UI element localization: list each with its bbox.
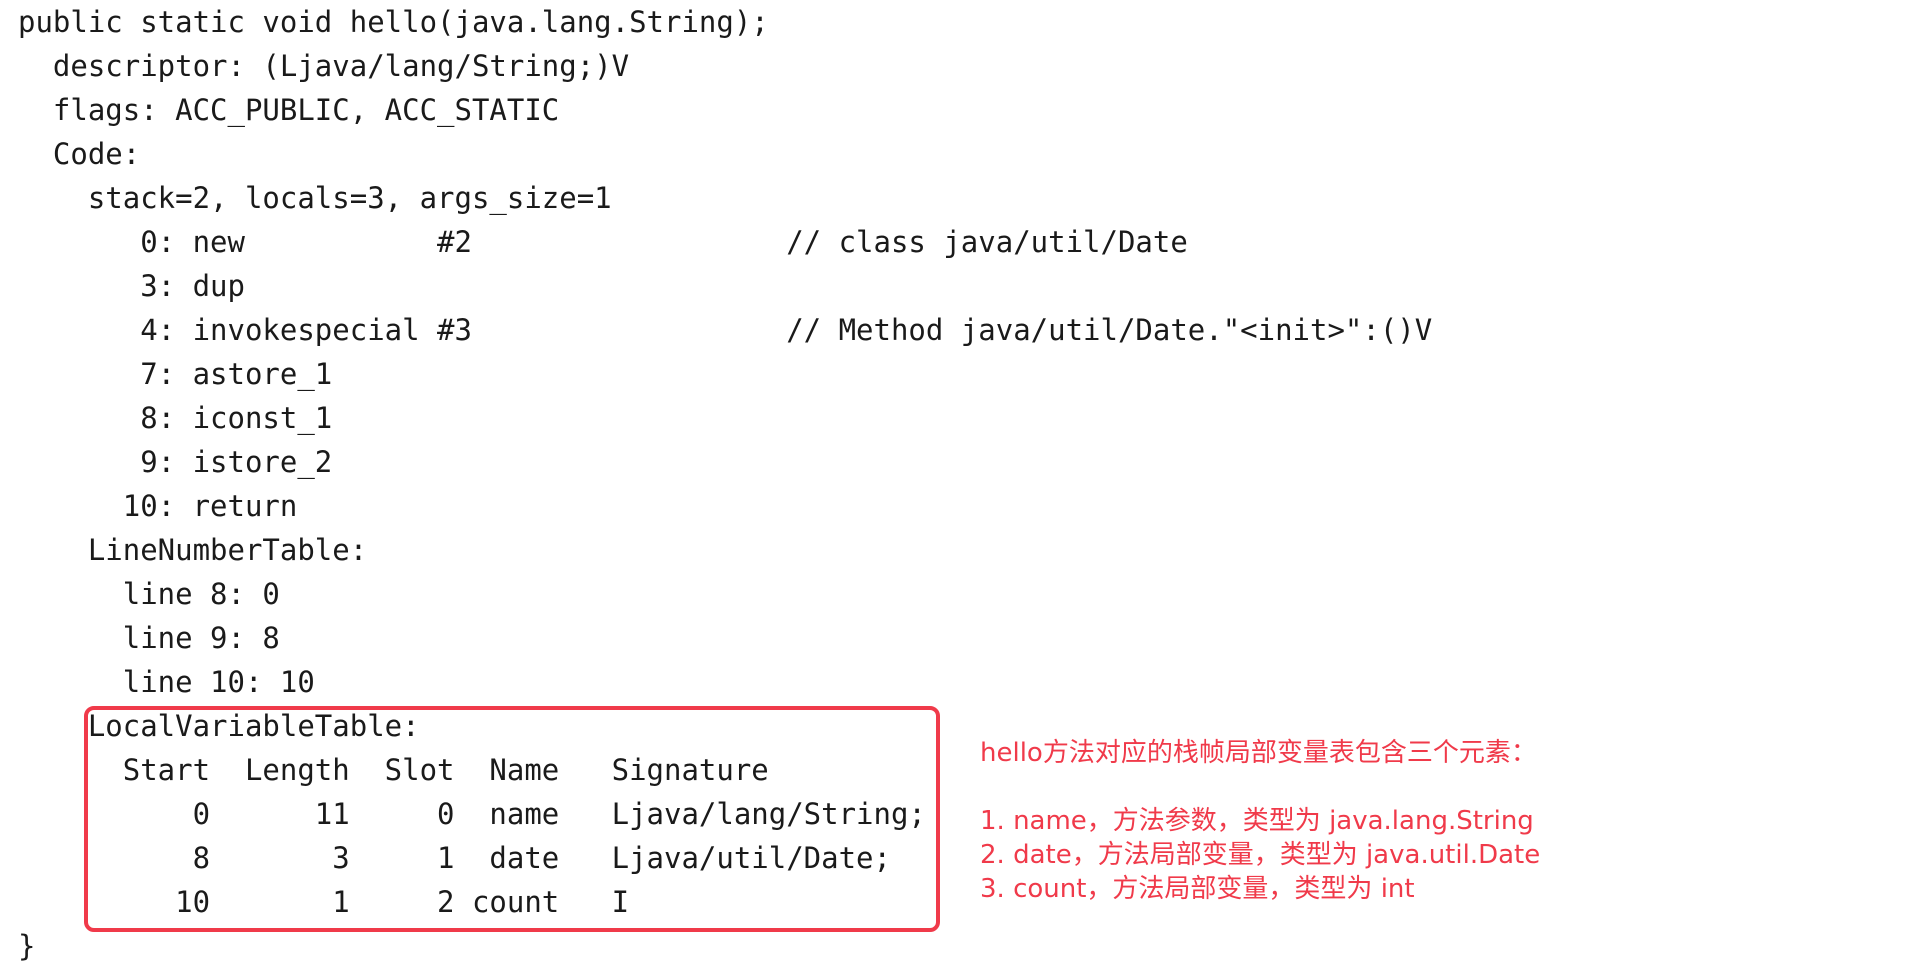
line-number-entry: line 10: 10 xyxy=(18,665,315,699)
instruction-line: 3: dup xyxy=(18,269,245,303)
annotation-item: 3. count，方法局部变量，类型为 int xyxy=(980,874,1415,904)
instruction-line: 8: iconst_1 xyxy=(18,401,333,435)
code-header-line: Code: xyxy=(18,137,141,171)
line-number-entry: line 8: 0 xyxy=(18,577,280,611)
annotation-item: 2. date，方法局部变量，类型为 java.util.Date xyxy=(980,840,1541,870)
line-number-table-header: LineNumberTable: xyxy=(18,533,368,567)
instruction-line: 10: return xyxy=(18,489,298,523)
method-signature-line: public static void hello(java.lang.Strin… xyxy=(18,5,769,39)
instruction-line: 4: invokespecial #3 // Method java/util/… xyxy=(18,313,1433,347)
annotation-item: 1. name，方法参数，类型为 java.lang.String xyxy=(980,806,1534,836)
instruction-line: 0: new #2 // class java/util/Date xyxy=(18,225,1188,259)
local-variable-table-highlight xyxy=(84,706,940,932)
instruction-line: 7: astore_1 xyxy=(18,357,333,391)
annotation-title: hello方法对应的栈帧局部变量表包含三个元素： xyxy=(980,738,1537,768)
line-number-entry: line 9: 8 xyxy=(18,621,280,655)
closing-brace-line: } xyxy=(18,929,36,963)
stack-info-line: stack=2, locals=3, args_size=1 xyxy=(18,181,612,215)
descriptor-line: descriptor: (Ljava/lang/String;)V xyxy=(18,49,630,83)
instruction-line: 9: istore_2 xyxy=(18,445,333,479)
flags-line: flags: ACC_PUBLIC, ACC_STATIC xyxy=(18,93,560,127)
